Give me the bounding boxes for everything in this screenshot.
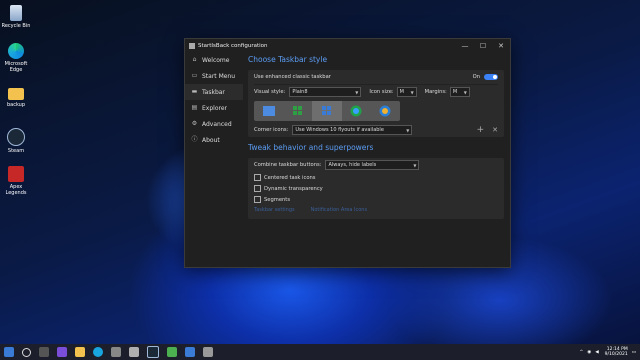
file-explorer-icon[interactable] [75, 347, 85, 357]
startisback-config-window: StartIsBack configuration — ☐ ✕ ⌂ Welcom… [184, 38, 511, 268]
desktop-icon-edge[interactable]: Microsoft Edge [0, 43, 32, 73]
settings-icon[interactable] [129, 347, 139, 357]
app-icon [189, 42, 195, 49]
notification-area-link[interactable]: Notification Area Icons [311, 207, 367, 213]
app-icon[interactable] [185, 347, 195, 357]
chevron-down-icon: ▼ [406, 127, 410, 133]
steam-icon[interactable] [147, 346, 159, 358]
chevron-up-icon[interactable]: ^ [579, 350, 583, 355]
windows-flag-icon [292, 106, 302, 115]
chevron-down-icon: ▼ [463, 89, 467, 95]
taskbar-style-panel: Use enhanced classic taskbar On Visual s… [248, 70, 504, 137]
combine-buttons-label: Combine taskbar buttons: [254, 162, 322, 168]
explorer-icon: ▤ [191, 104, 198, 111]
search-icon[interactable] [22, 347, 31, 357]
desktop-icon-steam[interactable]: Steam [0, 128, 32, 154]
desktop-icon-recycle-bin[interactable]: Recycle Bin [0, 5, 32, 29]
toggle-state-label: On [472, 74, 480, 80]
sidebar-item-advanced[interactable]: ⚙ Advanced [185, 116, 243, 132]
window-title: StartIsBack configuration [198, 42, 268, 49]
enhanced-taskbar-label: Use enhanced classic taskbar [254, 74, 331, 80]
windows-orb-icon [379, 105, 391, 117]
folder-icon [8, 88, 24, 100]
taskbar-style-heading: Choose Taskbar style [248, 55, 328, 64]
clock[interactable]: 12:14 PM 9/10/2021 [605, 347, 628, 357]
icon-size-select[interactable]: M ▼ [396, 87, 417, 97]
edge-icon [8, 43, 24, 59]
dynamic-transparency-checkbox[interactable]: Dynamic transparency [254, 183, 498, 194]
taskbar-icon: ▬ [191, 88, 198, 95]
segments-checkbox[interactable]: Segments [254, 194, 498, 205]
windows-flag-icon [322, 106, 331, 115]
network-icon[interactable]: ◉ [587, 350, 591, 355]
maximize-button[interactable]: ☐ [474, 42, 492, 50]
checkbox-icon [254, 196, 261, 203]
store-icon[interactable] [111, 347, 121, 357]
taskbar-style-picker [254, 101, 400, 121]
margins-label: Margins: [424, 89, 447, 95]
widgets-icon[interactable] [57, 347, 67, 357]
taskbar-settings-link[interactable]: Taskbar settings [254, 207, 295, 213]
edge-icon[interactable] [93, 347, 103, 357]
chevron-down-icon: ▼ [355, 89, 359, 95]
windows-taskbar: ^ ◉ ◀ 12:14 PM 9/10/2021 ▭ [0, 344, 640, 360]
remove-button[interactable]: ✕ [492, 126, 498, 134]
desktop-icon-apex[interactable]: Apex Legends [0, 166, 32, 196]
style-option-1[interactable] [254, 101, 283, 121]
sidebar-item-taskbar[interactable]: ▬ Taskbar [185, 84, 243, 100]
volume-icon[interactable]: ◀ [595, 350, 598, 355]
icon-size-label: Icon size: [369, 89, 394, 95]
home-icon: ⌂ [192, 56, 197, 63]
enhanced-taskbar-toggle[interactable] [484, 74, 498, 80]
desktop-icon-backup[interactable]: backup [0, 88, 32, 108]
task-view-icon[interactable] [39, 347, 49, 357]
main-content: Choose Taskbar style Use enhanced classi… [248, 52, 504, 219]
notification-icon[interactable]: ▭ [632, 350, 636, 355]
sidebar-item-about[interactable]: ⓘ About [185, 132, 243, 148]
sidebar-item-start-menu[interactable]: ▭ Start Menu [185, 68, 243, 84]
minimize-button[interactable]: — [456, 42, 474, 50]
title-bar[interactable]: StartIsBack configuration — ☐ ✕ [185, 39, 510, 52]
margins-select[interactable]: M ▼ [449, 87, 470, 97]
start-menu-icon: ▭ [191, 72, 198, 79]
system-tray: ^ ◉ ◀ 12:14 PM 9/10/2021 ▭ [579, 344, 636, 360]
gear-icon: ⚙ [191, 120, 198, 127]
steam-icon [7, 128, 25, 146]
chevron-down-icon: ▼ [410, 89, 414, 95]
add-button[interactable]: + [477, 125, 485, 135]
style-option-2[interactable] [283, 101, 312, 121]
style-option-5[interactable] [371, 101, 400, 121]
tweaks-panel: Combine taskbar buttons: Always, hide la… [248, 158, 504, 219]
combine-buttons-select[interactable]: Always, hide labels ▼ [325, 160, 420, 170]
checkbox-icon [254, 185, 261, 192]
sidebar-item-welcome[interactable]: ⌂ Welcome [185, 52, 243, 68]
visual-style-label: Visual style: [254, 89, 286, 95]
corner-icons-select[interactable]: Use Windows 10 flyouts if available ▼ [292, 125, 413, 135]
sidebar-item-explorer[interactable]: ▤ Explorer [185, 100, 243, 116]
visual-style-select[interactable]: Plain8 ▼ [289, 87, 362, 97]
style-option-3[interactable] [312, 101, 342, 121]
apex-icon [8, 166, 24, 182]
corner-icons-label: Corner icons: [254, 127, 289, 133]
windows-orb-icon [350, 105, 362, 117]
start-button[interactable] [4, 347, 14, 357]
chevron-down-icon: ▼ [413, 162, 417, 168]
startisback-icon[interactable] [203, 347, 213, 357]
style-option-4[interactable] [342, 101, 371, 121]
app-icon[interactable] [167, 347, 177, 357]
centered-task-icons-checkbox[interactable]: Centered task icons [254, 172, 498, 183]
windows-flag-icon [262, 106, 275, 116]
recycle-bin-icon [10, 5, 22, 21]
checkbox-icon [254, 174, 261, 181]
info-icon: ⓘ [191, 136, 198, 143]
tweaks-heading: Tweak behavior and superpowers [248, 143, 374, 152]
sidebar: ⌂ Welcome ▭ Start Menu ▬ Taskbar ▤ Explo… [185, 52, 243, 148]
close-button[interactable]: ✕ [492, 42, 510, 50]
